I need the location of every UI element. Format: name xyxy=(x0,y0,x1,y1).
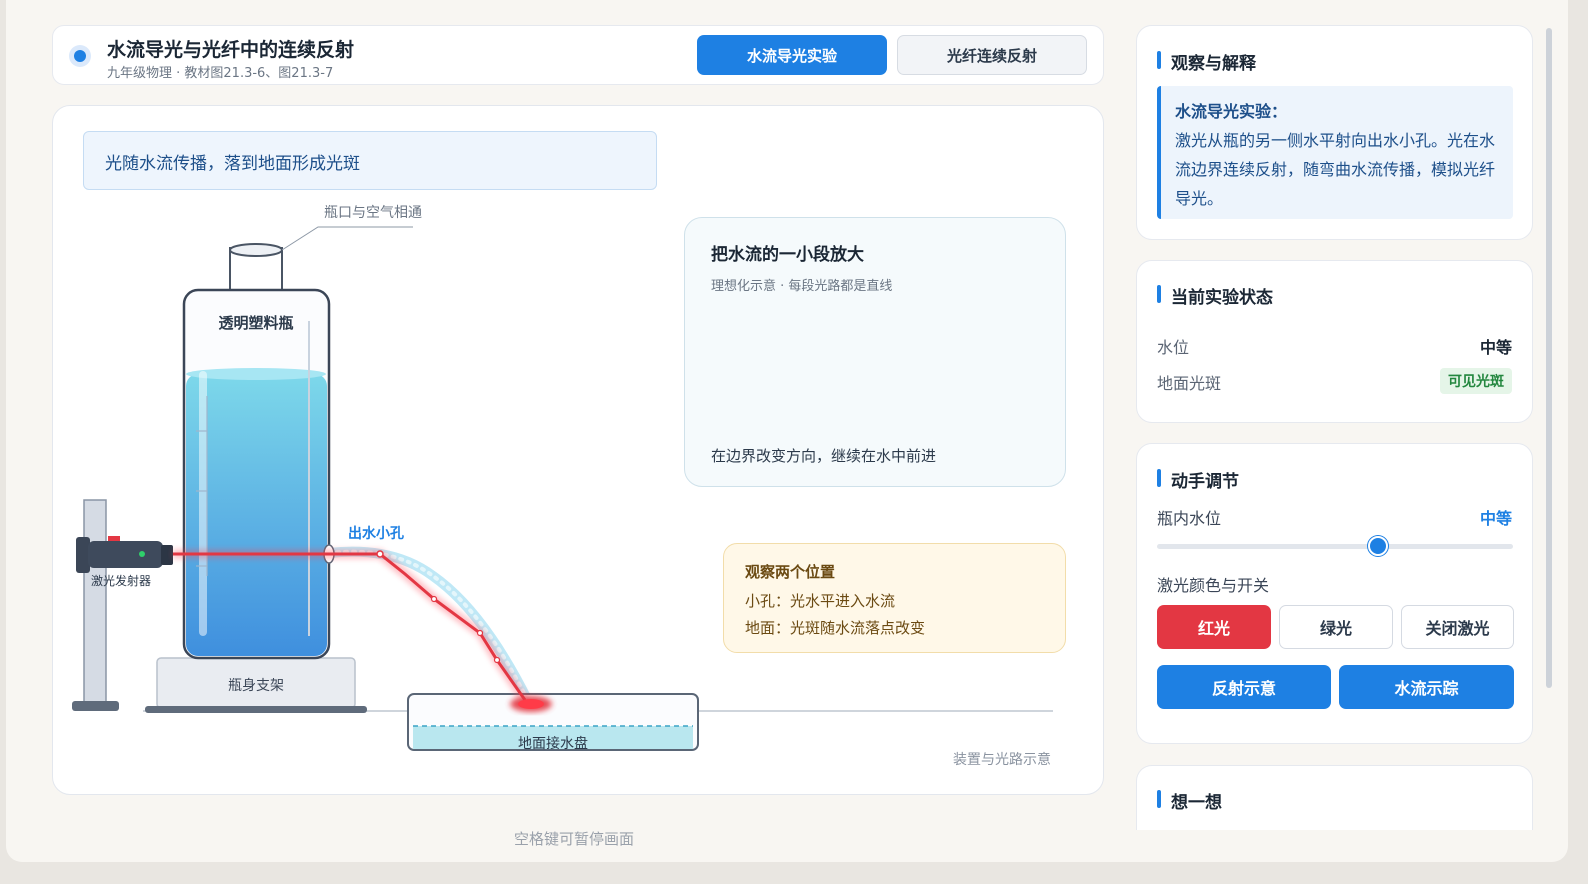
app-window: 水流导光与光纤中的连续反射 九年级物理 · 教材图21.3-6、图21.3-7 … xyxy=(6,0,1568,862)
red-laser-button[interactable]: 红光 xyxy=(1157,605,1271,649)
level-slider-track[interactable] xyxy=(1157,544,1513,549)
page-subtitle: 九年级物理 · 教材图21.3-6、图21.3-7 xyxy=(107,66,334,81)
water-trace-toggle-button[interactable]: 水流示踪 xyxy=(1339,665,1514,709)
level-slider-label: 瓶内水位 xyxy=(1157,509,1222,528)
observe-card: 观察两个位置 小孔：光水平进入水流 地面：光斑随水流落点改变 xyxy=(723,543,1066,653)
controls-heading: 动手调节 xyxy=(1157,467,1239,492)
stand-label: 瓶身支架 xyxy=(228,678,284,694)
experiment-stage: 瓶口与空气相通 透明塑料瓶 出水小孔 激光发射器 瓶身支架 地面接水盘 空气 水… xyxy=(52,105,1104,795)
bottle-label: 透明塑料瓶 xyxy=(218,314,293,332)
page-title: 水流导光与光纤中的连续反射 xyxy=(107,39,355,61)
tab-fiber-reflection[interactable]: 光纤连续反射 xyxy=(897,35,1087,75)
hole-label: 出水小孔 xyxy=(348,525,404,542)
laser-stand xyxy=(72,499,119,711)
status-heading: 当前实验状态 xyxy=(1157,283,1273,308)
pause-hint: 空格键可暂停画面 xyxy=(514,830,635,848)
observe-title: 观察两个位置 xyxy=(745,563,836,581)
zoom-title: 把水流的一小段放大 xyxy=(711,245,864,265)
basin-label: 地面接水盘 xyxy=(518,735,588,752)
controls-panel: 动手调节 瓶内水位 中等 激光颜色与开关 红光 绿光 关闭激光 反射示意 水流示… xyxy=(1136,443,1533,744)
zoom-note: 在边界改变方向，继续在水中前进 xyxy=(711,447,937,465)
stage-caption: 光随水流传播，落到地面形成光斑 xyxy=(83,131,657,190)
reflection-toggle-button[interactable]: 反射示意 xyxy=(1157,665,1331,709)
think-panel: 想一想 xyxy=(1136,765,1533,830)
tab-water-light[interactable]: 水流导光实验 xyxy=(697,35,887,75)
light-spot-core xyxy=(518,699,544,709)
mouth-leader-line xyxy=(281,226,413,251)
spot-status-badge: 可见光斑 xyxy=(1440,368,1512,394)
status-dot-icon xyxy=(69,45,91,67)
laser-label: 激光发射器 xyxy=(91,573,151,588)
explain-title: 水流导光实验： xyxy=(1175,102,1288,121)
zoom-subtitle: 理想化示意 · 每段光路都是直线 xyxy=(711,279,893,294)
level-slider-knob[interactable] xyxy=(1367,536,1388,556)
explain-body: 激光从瓶的另一侧水平射向出水小孔。光在水流边界连续反射，随弯曲水流传播，模拟光纤… xyxy=(1175,131,1496,208)
green-laser-button[interactable]: 绿光 xyxy=(1279,605,1393,649)
stage-footer-note: 装置与光路示意 xyxy=(953,752,1051,768)
water-level-value: 中等 xyxy=(1479,338,1512,357)
explain-heading: 观察与解释 xyxy=(1157,49,1256,74)
water-level-label: 水位 xyxy=(1157,338,1190,357)
bottle-mouth-label: 瓶口与空气相通 xyxy=(324,205,422,221)
explain-panel: 观察与解释 水流导光实验： 激光从瓶的另一侧水平射向出水小孔。光在水流边界连续反… xyxy=(1136,25,1533,240)
observe-line: 地面：光斑随水流落点改变 xyxy=(745,619,926,637)
plastic-bottle xyxy=(182,243,331,660)
laser-off-button[interactable]: 关闭激光 xyxy=(1401,605,1514,649)
level-slider-value: 中等 xyxy=(1479,509,1512,528)
explain-box: 水流导光实验： 激光从瓶的另一侧水平射向出水小孔。光在水流边界连续反射，随弯曲水… xyxy=(1157,86,1513,219)
status-panel: 当前实验状态 水位 中等 地面光斑 可见光斑 xyxy=(1136,260,1533,423)
think-heading: 想一想 xyxy=(1157,788,1222,813)
header-bar: 水流导光与光纤中的连续反射 九年级物理 · 教材图21.3-6、图21.3-7 … xyxy=(52,25,1104,85)
observe-line: 小孔：光水平进入水流 xyxy=(745,592,896,610)
side-scrollbar[interactable] xyxy=(1546,28,1552,688)
laser-control-label: 激光颜色与开关 xyxy=(1157,576,1270,595)
spot-label: 地面光斑 xyxy=(1157,374,1222,393)
zoom-card: 把水流的一小段放大 理想化示意 · 每段光路都是直线 在边界改变方向，继续在水中… xyxy=(684,217,1066,487)
